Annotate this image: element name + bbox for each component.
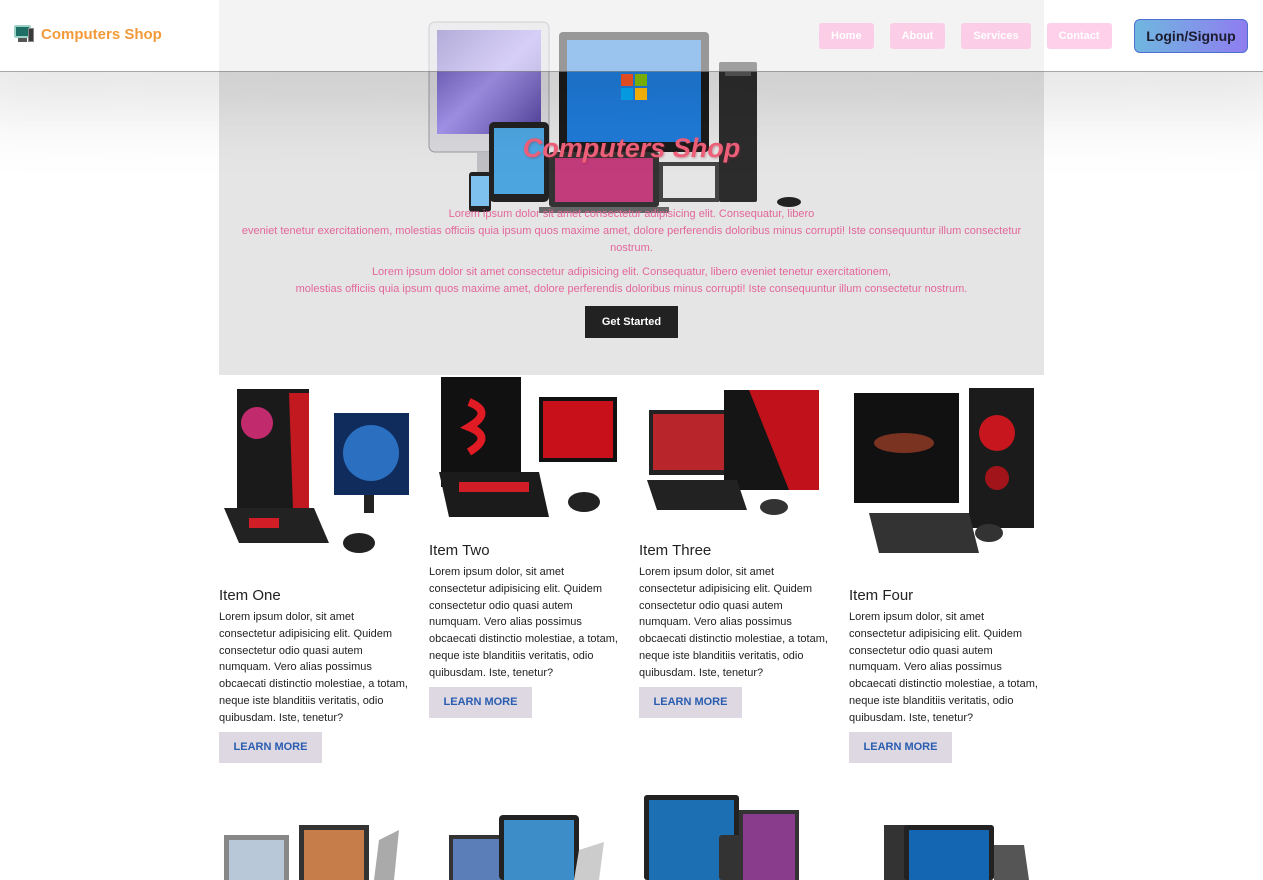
learn-more-button[interactable]: LEARN MORE <box>429 687 532 718</box>
item-description: Lorem ipsum dolor, sit amet consectetur … <box>639 566 828 679</box>
item-title: Item Four <box>849 587 914 604</box>
login-signup-button[interactable]: Login/Signup <box>1134 19 1248 53</box>
get-started-button[interactable]: Get Started <box>585 306 678 338</box>
nav-links: Home About Services Contact <box>819 23 1112 49</box>
hero-paragraph-1-line-2: eveniet tenetur exercitationem, molestia… <box>241 225 1022 254</box>
laptop-product-image <box>449 815 604 880</box>
nav-link-about[interactable]: About <box>889 23 946 49</box>
brand-name: Computers Shop <box>41 25 162 43</box>
nav-link-home[interactable]: Home <box>819 23 874 49</box>
learn-more-button[interactable]: LEARN MORE <box>639 687 742 718</box>
gaming-pc-image <box>224 389 409 553</box>
item-title: Item Two <box>429 542 490 559</box>
nav-link-services[interactable]: Services <box>961 23 1031 49</box>
hero-paragraph-2: Lorem ipsum dolor sit amet consectetur a… <box>229 264 1034 298</box>
item-description: Lorem ipsum dolor, sit amet consectetur … <box>219 611 408 724</box>
navbar: Computers Shop Home About Services Conta… <box>0 0 1263 72</box>
hero-title: Computers Shop <box>522 133 741 163</box>
laptop-product-image <box>224 825 399 880</box>
navbar-divider <box>0 71 1263 72</box>
hero-paragraph-1-line-1: Lorem ipsum dolor sit amet consectetur a… <box>448 208 815 220</box>
learn-more-button[interactable]: LEARN MORE <box>219 732 322 763</box>
laptop-product-image <box>884 825 1029 880</box>
item-title: Item One <box>219 587 281 604</box>
laptop-product-image <box>644 795 799 880</box>
item-title: Item Three <box>639 542 712 559</box>
learn-more-button[interactable]: LEARN MORE <box>849 732 952 763</box>
computer-icon <box>13 24 35 44</box>
gaming-pc-image <box>647 390 819 515</box>
gaming-pc-image <box>854 388 1034 553</box>
nav-link-contact[interactable]: Contact <box>1046 23 1112 49</box>
item-description: Lorem ipsum dolor, sit amet consectetur … <box>849 611 1038 724</box>
brand-logo-link[interactable]: Computers Shop <box>13 24 162 44</box>
hero-paragraph-2-line-2: molestias officiis quia ipsum quos maxim… <box>295 283 968 295</box>
item-description: Lorem ipsum dolor, sit amet consectetur … <box>429 566 618 679</box>
hero-paragraph-2-line-1: Lorem ipsum dolor sit amet consectetur a… <box>371 266 892 278</box>
gaming-pc-image <box>439 377 617 517</box>
hero-paragraph-1: Lorem ipsum dolor sit amet consectetur a… <box>229 206 1034 257</box>
